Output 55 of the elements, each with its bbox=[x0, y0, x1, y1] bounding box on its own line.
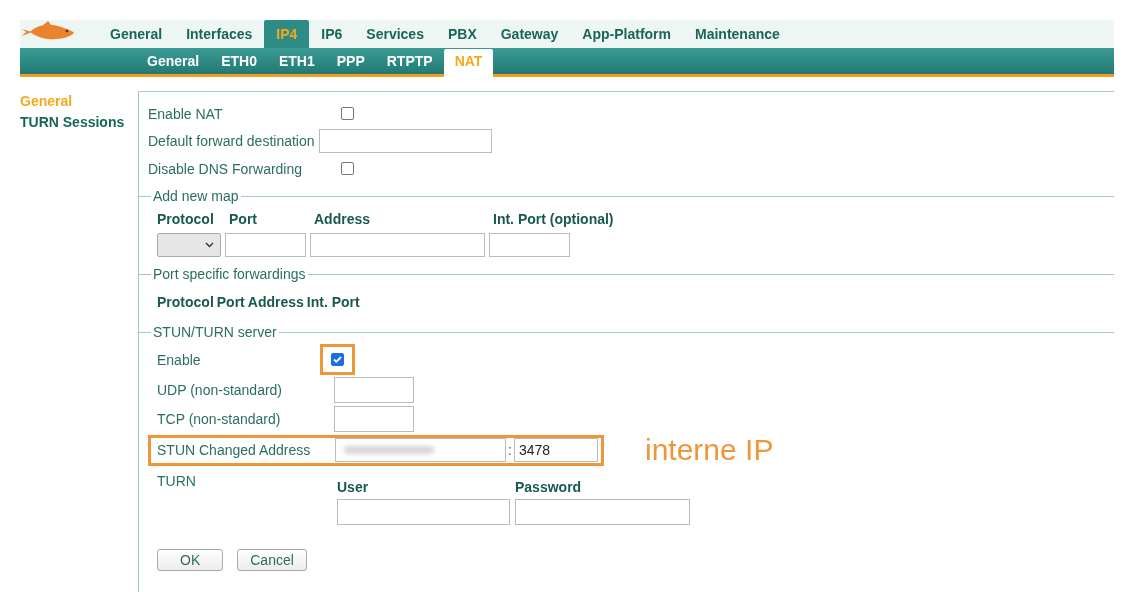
chevron-down-icon bbox=[205, 242, 214, 248]
column-header: Address bbox=[247, 294, 304, 310]
field-label: UDP (non-standard) bbox=[157, 381, 284, 398]
field-label: STUN Changed Address bbox=[157, 442, 312, 458]
section-title: Port specific forwardings bbox=[153, 266, 306, 282]
column-header: User bbox=[337, 479, 370, 495]
nav-tab[interactable]: Gateway bbox=[488, 20, 571, 48]
cancel-button[interactable]: Cancel bbox=[237, 549, 307, 571]
port-field[interactable]: 3478 bbox=[513, 438, 598, 462]
input-field[interactable] bbox=[225, 233, 306, 257]
column-header: Port bbox=[216, 294, 245, 310]
sub-tab[interactable]: PPP bbox=[325, 49, 376, 74]
field-label: Enable NAT bbox=[148, 105, 224, 122]
protocol-dropdown[interactable] bbox=[157, 233, 221, 257]
nav-tab[interactable]: Interfaces bbox=[174, 20, 265, 48]
section-title: STUN/TURN server bbox=[153, 324, 277, 340]
column-header: Password bbox=[515, 479, 582, 495]
nav-tab[interactable]: Maintenance bbox=[683, 20, 792, 48]
sub-tab[interactable]: ETH0 bbox=[210, 49, 268, 74]
column-header: Int. Port (optional) bbox=[493, 211, 615, 227]
nav-tab[interactable]: IP6 bbox=[309, 20, 355, 48]
sub-tab[interactable]: General bbox=[136, 49, 211, 74]
checkmark-icon bbox=[332, 354, 343, 365]
column-header: Protocol bbox=[157, 211, 215, 227]
field-label: TCP (non-standard) bbox=[157, 410, 282, 427]
column-header: Protocol bbox=[157, 294, 214, 310]
annotation-text: interne IP bbox=[645, 433, 774, 467]
field-label: TURN bbox=[157, 473, 197, 491]
nav-tab[interactable]: PBX bbox=[435, 20, 489, 48]
nav-tab[interactable]: App-Platform bbox=[570, 20, 683, 48]
input-field[interactable] bbox=[337, 499, 510, 525]
nav-tab[interactable]: General bbox=[98, 20, 175, 48]
ok-button[interactable]: OK bbox=[157, 549, 224, 571]
field-label: Enable bbox=[157, 351, 202, 368]
section-title: Add new map bbox=[153, 188, 239, 204]
sub-tab[interactable]: RTPTP bbox=[375, 49, 444, 74]
input-field[interactable] bbox=[515, 499, 690, 525]
field-label: Disable DNS Forwarding bbox=[148, 160, 304, 177]
checkbox[interactable] bbox=[341, 162, 354, 175]
input-field[interactable] bbox=[489, 233, 570, 257]
input-field[interactable] bbox=[334, 376, 414, 403]
separator: : bbox=[508, 442, 512, 458]
input-field[interactable] bbox=[310, 233, 485, 257]
input-field[interactable] bbox=[318, 129, 492, 153]
sidebar-item[interactable]: TURN Sessions bbox=[20, 114, 138, 130]
input-field[interactable] bbox=[335, 438, 506, 462]
column-header: Int. Port bbox=[306, 294, 360, 310]
nav-tab[interactable]: Services bbox=[354, 20, 436, 48]
column-header: Port bbox=[229, 211, 258, 227]
checkbox[interactable] bbox=[341, 107, 354, 120]
checkbox[interactable] bbox=[331, 353, 344, 366]
sub-tab[interactable]: ETH1 bbox=[267, 49, 326, 74]
column-header: Address bbox=[314, 211, 372, 227]
input-field[interactable] bbox=[334, 405, 414, 432]
field-label: Default forward destination bbox=[148, 133, 315, 149]
